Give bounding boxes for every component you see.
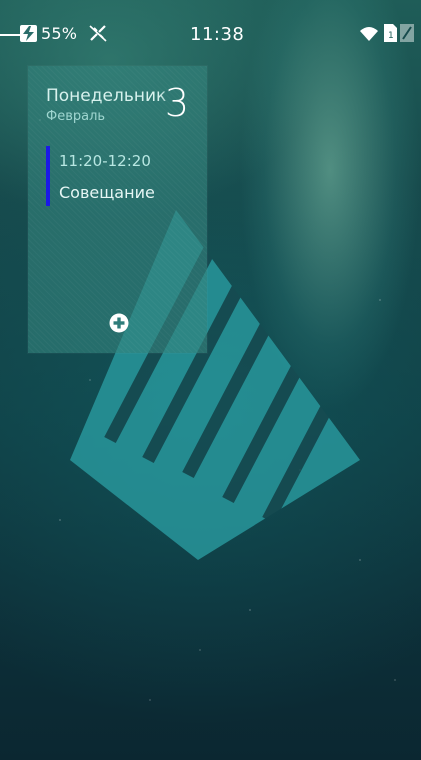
month-name: Февраль — [46, 109, 106, 124]
plus-circle-icon[interactable] — [109, 313, 129, 333]
battery-charging-icon — [20, 25, 37, 42]
home-screen: 55% 11:38 1 Понедельник 3 Февраль 11:20-… — [0, 0, 421, 760]
event-title: Совещание — [59, 183, 155, 202]
battery-percent: 55% — [41, 24, 78, 43]
status-bar: 55% 11:38 1 — [0, 0, 421, 45]
signal-icon — [400, 24, 414, 42]
clock: 11:38 — [190, 24, 245, 45]
gps-off-icon — [89, 25, 107, 42]
day-number: 3 — [164, 81, 189, 125]
event-time: 11:20-12:20 — [59, 152, 151, 170]
calendar-event[interactable]: 11:20-12:20 Совещание — [46, 146, 196, 208]
wifi-icon — [360, 27, 378, 41]
svg-text:1: 1 — [388, 31, 394, 41]
sim-icon: 1 — [384, 24, 397, 42]
status-divider — [0, 34, 20, 36]
event-color-bar — [46, 146, 50, 206]
calendar-widget[interactable]: Понедельник 3 Февраль 11:20-12:20 Совеща… — [28, 66, 207, 353]
